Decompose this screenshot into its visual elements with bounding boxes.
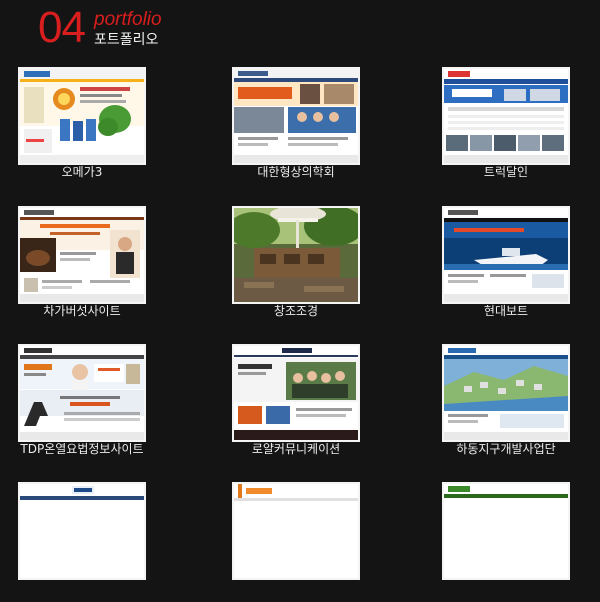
portfolio-item-chaga[interactable]: 차가버섯사이트 <box>18 206 146 326</box>
portfolio-item-omega3[interactable]: 오메가3 <box>18 67 146 187</box>
section-number: 04 <box>38 3 86 52</box>
portfolio-item-site[interactable] <box>442 482 570 602</box>
item-label[interactable]: 트럭달인 <box>432 165 580 179</box>
item-label[interactable]: 창조조경 <box>222 304 370 318</box>
portfolio-item-hyundai-boat[interactable]: 현대보트 <box>442 206 570 326</box>
thumbnail-image[interactable] <box>232 67 360 165</box>
thumbnail-image[interactable] <box>442 206 570 304</box>
section-title-en: portfolio <box>94 9 162 30</box>
item-label[interactable]: 현대보트 <box>432 304 580 318</box>
item-label[interactable]: 대한형상의학회 <box>222 165 370 179</box>
portfolio-item-tdp[interactable]: TDP온열요법정보사이트 <box>18 344 146 464</box>
thumbnail-image[interactable] <box>18 206 146 304</box>
thumbnail-image[interactable] <box>232 482 360 580</box>
thumbnail-image[interactable] <box>442 482 570 580</box>
thumbnail-image[interactable] <box>232 344 360 442</box>
item-label[interactable]: 로얄커뮤니케이션 <box>222 442 370 456</box>
portfolio-item-deco[interactable] <box>18 482 146 602</box>
portfolio-item-royal[interactable]: 로얄커뮤니케이션 <box>232 344 360 464</box>
item-label[interactable]: 하동지구개발사업단 <box>432 442 580 456</box>
thumbnail-image[interactable] <box>442 67 570 165</box>
section-title-ko: 포트폴리오 <box>94 32 159 48</box>
portfolio-item-brand[interactable] <box>232 482 360 602</box>
item-label[interactable]: TDP온열요법정보사이트 <box>8 442 156 456</box>
item-label[interactable]: 오메가3 <box>8 165 156 179</box>
portfolio-item-hadong[interactable]: 하동지구개발사업단 <box>442 344 570 464</box>
thumbnail-image[interactable] <box>18 344 146 442</box>
portfolio-item-truck[interactable]: 트럭달인 <box>442 67 570 187</box>
thumbnail-image[interactable] <box>442 344 570 442</box>
item-label[interactable]: 차가버섯사이트 <box>8 304 156 318</box>
portfolio-item-shape-medicine[interactable]: 대한형상의학회 <box>232 67 360 187</box>
portfolio-item-landscape[interactable]: 창조조경 <box>232 206 360 326</box>
thumbnail-image[interactable] <box>18 67 146 165</box>
thumbnail-image[interactable] <box>232 206 360 304</box>
thumbnail-image[interactable] <box>18 482 146 580</box>
